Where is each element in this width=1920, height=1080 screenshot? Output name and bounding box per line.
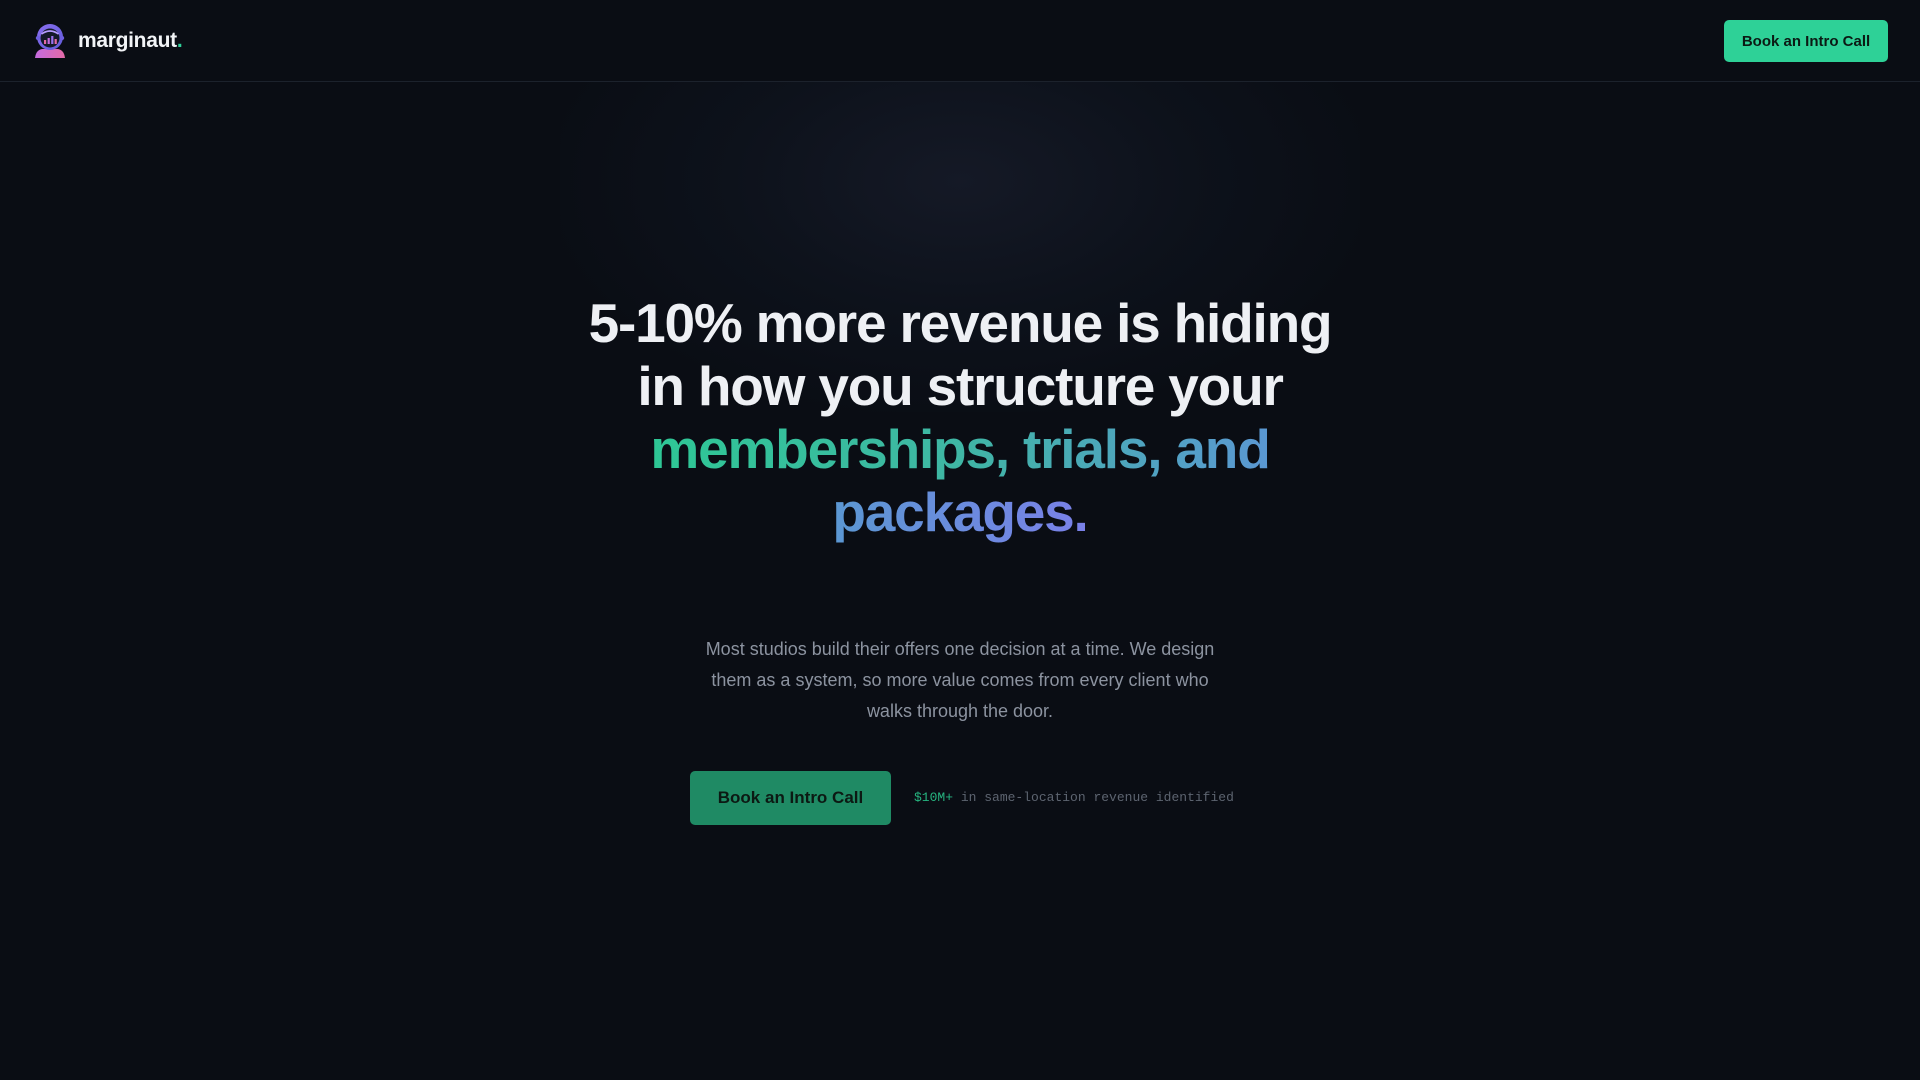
site-header: marginaut. Book an Intro Call [0,0,1920,82]
revenue-stat-value: $10M+ [914,790,954,805]
hero-headline: 5-10% more revenue is hiding in how you … [560,292,1360,544]
hero-subtitle: Most studios build their offers one deci… [705,639,1215,721]
landing-page: marginaut. Book an Intro Call 5-10% more… [0,0,1920,1080]
brand-dot: . [176,29,183,52]
revenue-stat: $10M+ in same-location revenue identifie… [914,788,1234,808]
astronaut-helmet-chart-icon [35,24,65,58]
brand-name: marginaut [78,29,177,52]
hero-headline-plain: 5-10% more revenue is hiding in how you … [588,292,1333,417]
brand-home-link[interactable]: marginaut. [30,22,183,60]
revenue-stat-text: in same-location revenue identified [960,790,1234,805]
header-book-call-button[interactable]: Book an Intro Call [1724,20,1888,62]
hero-headline-accent: memberships, trials, and packages. [650,418,1270,543]
hero-book-call-button[interactable]: Book an Intro Call [690,771,891,825]
